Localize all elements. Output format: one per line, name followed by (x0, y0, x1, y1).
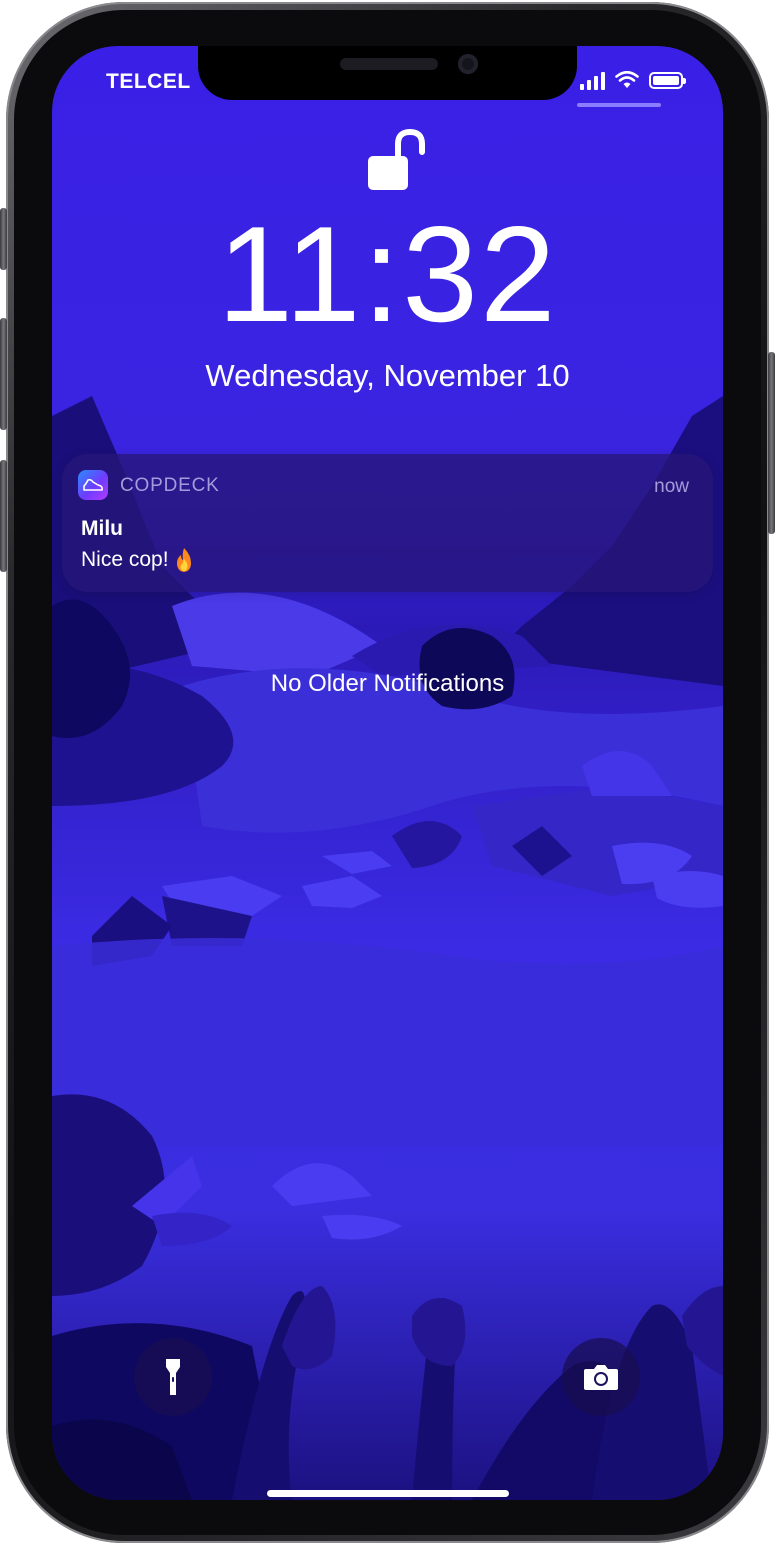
camera-icon (584, 1365, 618, 1390)
notification-body: Nice cop! (81, 547, 195, 573)
battery-icon (649, 71, 686, 89)
notch (198, 46, 577, 100)
camera-button[interactable] (562, 1338, 640, 1416)
notification-body-text: Nice cop! (81, 548, 169, 571)
home-indicator[interactable] (267, 1490, 509, 1497)
notification-title: Milu (81, 517, 123, 540)
fire-emoji-icon (176, 548, 191, 572)
volume-down-button (0, 460, 7, 572)
wifi-icon (615, 71, 639, 88)
mute-switch (0, 208, 7, 270)
unlocked-padlock-icon (368, 128, 425, 190)
earpiece-speaker (340, 58, 438, 70)
flashlight-button[interactable] (134, 1338, 212, 1416)
lock-screen-time: 11:32 (217, 198, 558, 350)
control-center-indicator[interactable] (577, 103, 661, 107)
carrier-label: TELCEL (106, 70, 191, 93)
status-icons (580, 70, 686, 90)
side-power-button (768, 352, 775, 534)
flashlight-icon (166, 1359, 180, 1395)
lock-screen-date: Wednesday, November 10 (205, 358, 570, 393)
front-camera (458, 54, 478, 74)
no-older-notifications-label: No Older Notifications (270, 670, 505, 697)
volume-up-button (0, 318, 7, 430)
notification-timestamp: now (654, 476, 689, 497)
lock-screen: TELCEL 11:32 Wednesday, November 10 COPD… (52, 46, 723, 1500)
notification-app-name: COPDECK (120, 475, 220, 496)
cellular-signal-icon (580, 70, 605, 90)
notification-card[interactable]: COPDECK now Milu Nice cop! (62, 454, 713, 592)
copdeck-app-icon (78, 470, 108, 500)
